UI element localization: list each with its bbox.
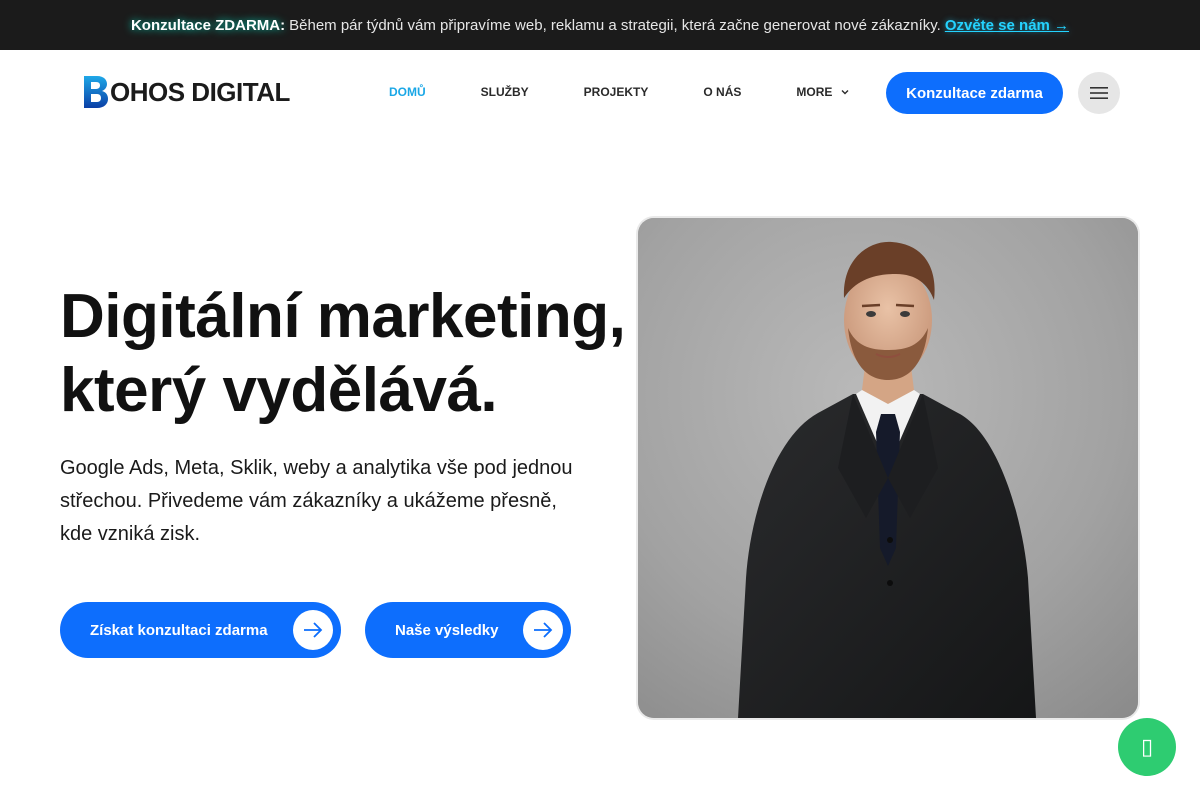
nav-item-projects[interactable]: PROJEKTY	[584, 85, 649, 99]
nav-item-home[interactable]: DOMŮ	[389, 85, 426, 99]
get-consultation-button[interactable]: Získat konzultaci zdarma	[60, 602, 341, 658]
nav-item-services[interactable]: SLUŽBY	[481, 85, 529, 99]
logo-mark-icon	[84, 76, 108, 108]
nav-item-more[interactable]: MORE	[796, 85, 850, 99]
header-consult-button[interactable]: Konzultace zdarma	[886, 72, 1063, 114]
announcement-message: Během pár týdnů vám připravíme web, rekl…	[289, 16, 941, 34]
hero-title-line-2: který vydělává.	[60, 356, 498, 425]
arrow-right-icon	[523, 610, 563, 650]
announcement-bar: Konzultace ZDARMA: Během pár týdnů vám p…	[0, 0, 1200, 50]
hero-subtitle: Google Ads, Meta, Sklik, weby a analytik…	[60, 457, 573, 545]
chat-icon: ▯	[1140, 734, 1154, 760]
site-header: OHOS DIGITAL DOMŮ SLUŽBY PROJEKTY O NÁS …	[0, 50, 1200, 136]
chat-button[interactable]: ▯	[1118, 718, 1176, 776]
logo[interactable]: OHOS DIGITAL	[83, 75, 290, 109]
our-results-button[interactable]: Naše výsledky	[365, 602, 571, 658]
arrow-right-icon	[293, 610, 333, 650]
nav-item-about[interactable]: O NÁS	[703, 85, 741, 99]
hero-title-line-1: Digitální marketing,	[60, 282, 626, 351]
logo-text: OHOS DIGITAL	[110, 76, 290, 107]
get-consultation-label: Získat konzultaci zdarma	[90, 621, 268, 639]
portrait-illustration	[638, 218, 1138, 718]
chevron-down-icon	[841, 90, 849, 95]
our-results-label: Naše výsledky	[395, 621, 499, 639]
announcement-link[interactable]: Ozvěte se nám →	[945, 17, 1069, 34]
menu-button[interactable]	[1078, 72, 1120, 114]
hero-title: Digitální marketing, který vydělává.	[60, 280, 640, 428]
announcement-title: Konzultace ZDARMA:	[130, 16, 286, 34]
hamburger-icon	[1090, 87, 1108, 99]
nav-item-more-label: MORE	[796, 85, 833, 99]
main-nav: DOMŮ SLUŽBY PROJEKTY O NÁS MORE	[389, 85, 850, 99]
hero-portrait-image	[638, 218, 1138, 718]
